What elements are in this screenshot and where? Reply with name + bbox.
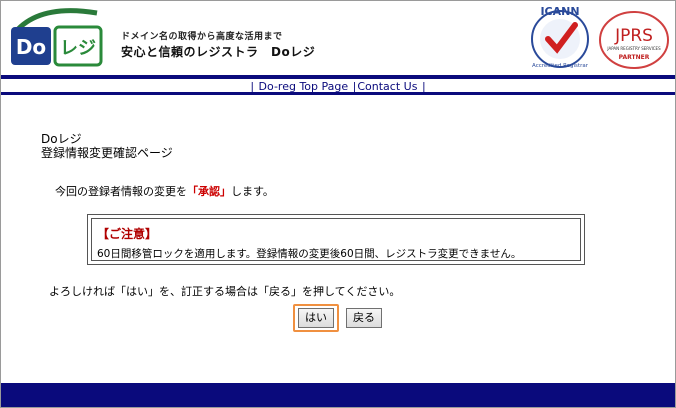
logo-reji-text: レジ bbox=[60, 38, 96, 59]
notice-title: 【ご注意】 bbox=[97, 227, 158, 241]
doreji-logo[interactable]: Do レジ bbox=[7, 5, 111, 69]
site-footer bbox=[1, 383, 675, 407]
notice-inner-border: 【ご注意】 60日間移管ロックを適用します。登録情報の変更後60日間、レジストラ… bbox=[91, 218, 581, 261]
back-button[interactable]: 戻る bbox=[346, 308, 382, 328]
header-tagline: ドメイン名の取得から高度な活用まで bbox=[121, 32, 283, 42]
page-title-brand: Doレジ bbox=[41, 132, 82, 146]
header-brandline: 安心と信頼のレジストラ Doレジ bbox=[121, 45, 316, 59]
intro-emphasis: 「承認」 bbox=[187, 185, 231, 198]
nav-bar-bottom-rule bbox=[1, 92, 675, 95]
jprs-logo: JPRS JAPAN REGISTRY SERVICES PARTNER bbox=[599, 11, 669, 69]
icann-subtext: Accredited Registrar bbox=[532, 63, 589, 69]
jprs-text: JPRS bbox=[614, 26, 653, 46]
page-title: Doレジ 登録情報変更確認ページ bbox=[41, 132, 173, 160]
logo-do-text: Do bbox=[16, 35, 46, 59]
yes-button[interactable]: はい bbox=[298, 308, 334, 328]
browser-page: Do レジ ドメイン名の取得から高度な活用まで 安心と信頼のレジストラ Doレジ… bbox=[0, 0, 676, 408]
intro-message: 今回の登録者情報の変更を「承認」します。 bbox=[55, 183, 274, 199]
jprs-subtext: JAPAN REGISTRY SERVICES bbox=[606, 46, 661, 51]
notice-box: 【ご注意】 60日間移管ロックを適用します。登録情報の変更後60日間、レジストラ… bbox=[87, 214, 585, 265]
intro-text-after: します。 bbox=[231, 185, 274, 198]
icann-text: ICANN bbox=[540, 5, 579, 18]
icann-logo: ICANN Accredited Registrar bbox=[531, 5, 589, 69]
site-header: Do レジ ドメイン名の取得から高度な活用まで 安心と信頼のレジストラ Doレジ… bbox=[1, 1, 675, 73]
confirm-instructions: よろしければ「はい」を、訂正する場合は「戻る」を押してください。 bbox=[49, 285, 401, 298]
jprs-partner-text: PARTNER bbox=[619, 54, 650, 61]
notice-body: 60日間移管ロックを適用します。登録情報の変更後60日間、レジストラ変更できませ… bbox=[97, 248, 522, 260]
page-title-main: 登録情報変更確認ページ bbox=[41, 146, 173, 160]
intro-text-before: 今回の登録者情報の変更を bbox=[55, 185, 187, 198]
